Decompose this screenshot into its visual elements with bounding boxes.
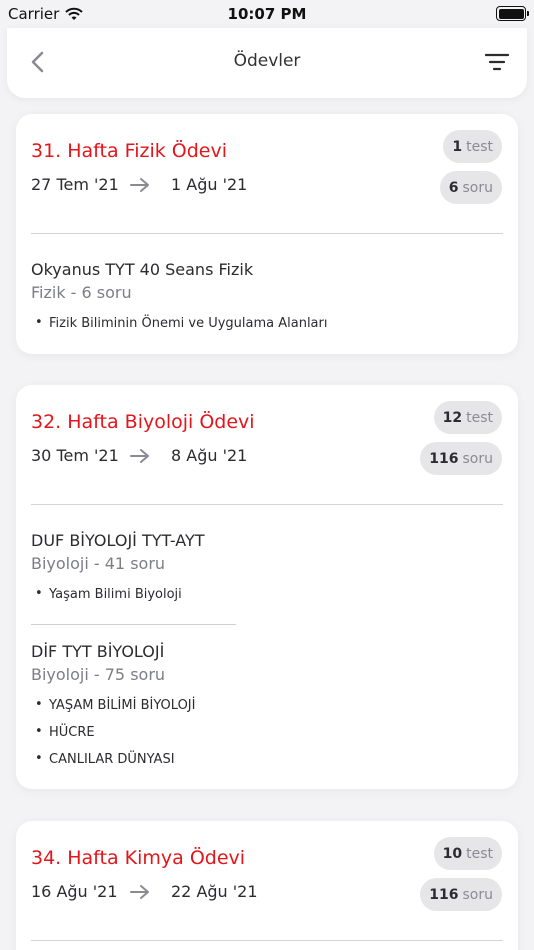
source-block: DİF TYT BİYOLOJİ Biyoloji - 75 soru YAŞA… xyxy=(31,642,195,779)
source-block: Okyanus TYT 40 Seans Fizik Fizik - 6 sor… xyxy=(31,260,327,343)
topic-list: Yaşam Bilimi Biyoloji xyxy=(31,586,205,614)
topic-item: HÜCRE xyxy=(31,724,195,752)
battery-icon xyxy=(496,6,529,21)
topic-item: Yaşam Bilimi Biyoloji xyxy=(31,586,205,614)
assignment-title: 32. Hafta Biyoloji Ödevi xyxy=(31,411,255,433)
arrow-right-icon xyxy=(130,177,149,192)
source-name: DİF TYT BİYOLOJİ xyxy=(31,642,165,661)
assignment-card[interactable]: 31. Hafta Fizik Ödevi 27 Tem '21 1 Ağu '… xyxy=(16,114,518,354)
test-count-badge: 12 test xyxy=(433,401,502,434)
source-subtitle: Biyoloji - 75 soru xyxy=(31,665,166,684)
topic-item: CANLILAR DÜNYASI xyxy=(31,751,195,779)
source-subtitle: Fizik - 6 soru xyxy=(31,283,132,302)
test-count-badge: 1 test xyxy=(443,130,502,163)
topic-item: Fizik Biliminin Önemi ve Uygulama Alanla… xyxy=(31,315,327,343)
assignment-title: 34. Hafta Kimya Ödevi xyxy=(31,847,246,869)
arrow-right-icon xyxy=(130,448,149,463)
status-time: 10:07 PM xyxy=(227,5,307,23)
page-title: Ödevler xyxy=(233,51,301,71)
nav-bar: Ödevler xyxy=(7,28,527,98)
test-label: test xyxy=(466,409,493,426)
question-label: soru xyxy=(462,886,494,903)
source-name: Okyanus TYT 40 Seans Fizik xyxy=(31,260,254,279)
test-count: 10 xyxy=(442,845,463,862)
assignment-card[interactable]: 32. Hafta Biyoloji Ödevi 30 Tem '21 8 Ağ… xyxy=(16,385,518,789)
question-label: soru xyxy=(462,179,494,196)
end-date: 1 Ağu '21 xyxy=(171,175,248,194)
topic-list: Fizik Biliminin Önemi ve Uygulama Alanla… xyxy=(31,315,327,343)
divider xyxy=(31,504,503,505)
source-name: DUF BİYOLOJİ TYT-AYT xyxy=(31,531,205,550)
assignment-card[interactable]: 34. Hafta Kimya Ödevi 16 Ağu '21 22 Ağu … xyxy=(16,821,518,950)
question-count-badge: 6 soru xyxy=(439,171,502,204)
date-range: 16 Ağu '21 22 Ağu '21 xyxy=(31,882,258,901)
end-date: 8 Ağu '21 xyxy=(171,446,248,465)
arrow-right-icon xyxy=(130,884,149,899)
test-count-badge: 10 test xyxy=(433,837,502,870)
divider xyxy=(31,233,503,234)
question-count: 116 xyxy=(429,886,459,903)
topic-list: YAŞAM BİLİMİ BİYOLOJİ HÜCRE CANLILAR DÜN… xyxy=(31,697,195,779)
question-count-badge: 116 soru xyxy=(420,442,502,475)
test-count: 12 xyxy=(442,409,463,426)
status-bar: Carrier 10:07 PM xyxy=(0,0,534,28)
divider xyxy=(31,940,503,941)
start-date: 16 Ağu '21 xyxy=(31,882,118,901)
topic-item: YAŞAM BİLİMİ BİYOLOJİ xyxy=(31,697,195,725)
question-count: 6 xyxy=(448,179,459,196)
start-date: 30 Tem '21 xyxy=(31,446,119,465)
filter-icon[interactable] xyxy=(485,52,509,72)
test-label: test xyxy=(466,138,493,155)
question-label: soru xyxy=(462,450,494,467)
date-range: 30 Tem '21 8 Ağu '21 xyxy=(31,446,247,465)
source-block: DUF BİYOLOJİ TYT-AYT Biyoloji - 41 soru … xyxy=(31,531,205,614)
source-subtitle: Biyoloji - 41 soru xyxy=(31,554,166,573)
question-count-badge: 116 soru xyxy=(420,878,502,911)
start-date: 27 Tem '21 xyxy=(31,175,119,194)
test-label: test xyxy=(466,845,493,862)
assignment-title: 31. Hafta Fizik Ödevi xyxy=(31,140,228,162)
source-divider xyxy=(31,624,236,625)
test-count: 1 xyxy=(452,138,463,155)
question-count: 116 xyxy=(429,450,459,467)
date-range: 27 Tem '21 1 Ağu '21 xyxy=(31,175,247,194)
end-date: 22 Ağu '21 xyxy=(171,882,258,901)
